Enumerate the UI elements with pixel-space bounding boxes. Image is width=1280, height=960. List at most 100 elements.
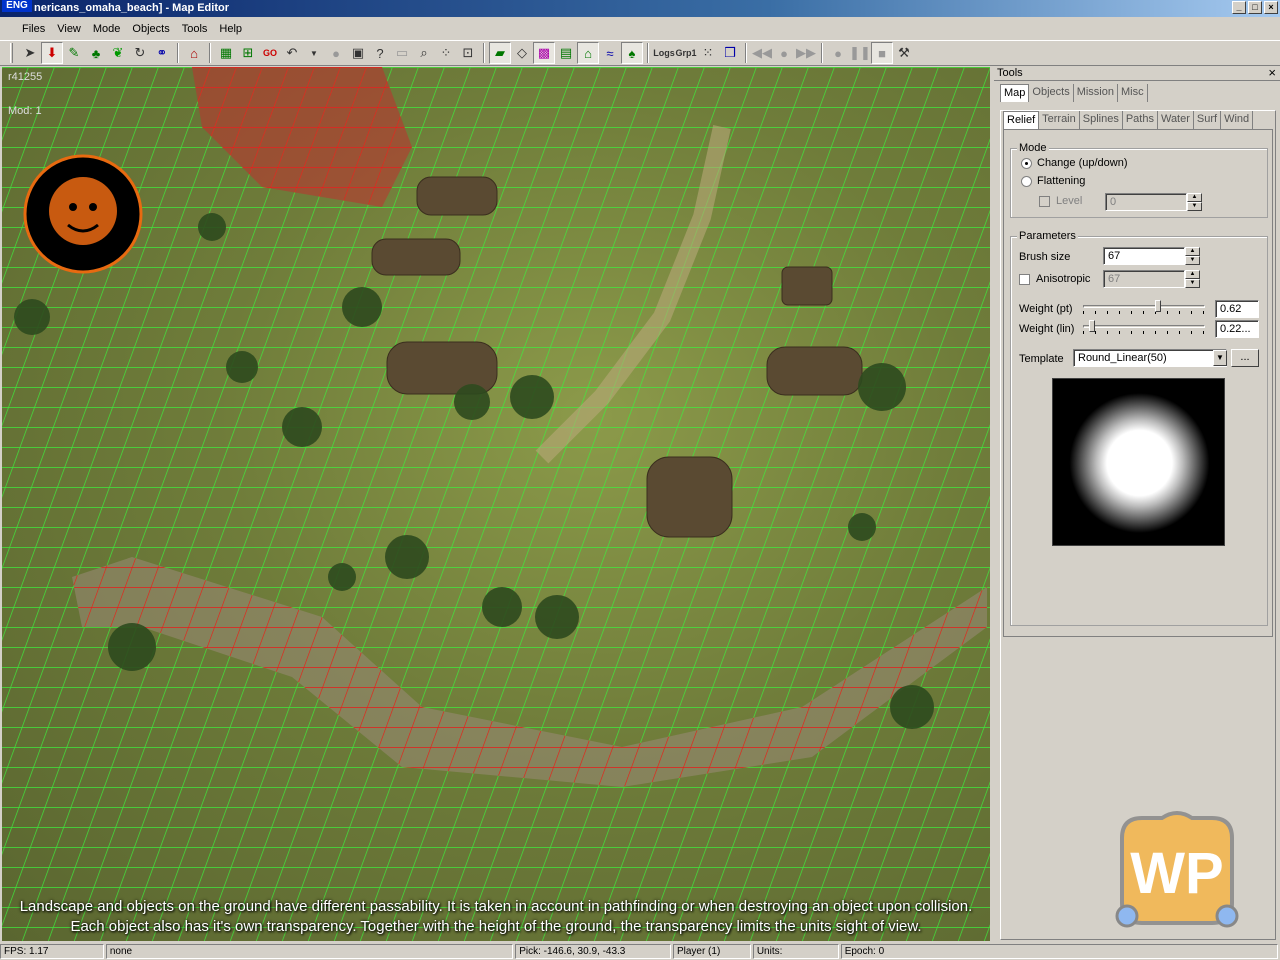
forward-icon[interactable]: ▶▶ [795,42,817,64]
film-icon[interactable]: ▣ [347,42,369,64]
points-icon[interactable]: ⁘ [435,42,457,64]
minimize-button[interactable]: _ [1232,1,1246,14]
tab-map[interactable]: Map [1000,84,1030,102]
weight-pt-field[interactable]: 0.62 [1215,300,1259,318]
toolbar-separator [821,43,823,63]
brush-size-field[interactable]: 67 [1103,247,1185,265]
weight-lin-slider[interactable] [1083,319,1205,335]
tab-water[interactable]: Water [1158,111,1194,129]
scatter-icon[interactable]: ⁙ [697,42,719,64]
template-dropdown-icon[interactable]: ▼ [1213,350,1227,366]
paint-tool-icon[interactable]: ✎ [63,42,85,64]
anisotropic-label: Anisotropic [1036,273,1091,285]
weight-lin-field[interactable]: 0.22... [1215,320,1259,338]
trees-icon[interactable]: ♠ [621,42,643,64]
colormap-icon[interactable]: ▩ [533,42,555,64]
window-icon[interactable]: ▭ [391,42,413,64]
play-dot-icon[interactable]: ● [827,42,849,64]
mod-label: Mod: 1 [8,105,42,117]
units-status: Units: [752,944,839,959]
level-checkbox[interactable] [1039,195,1050,207]
camera-icon[interactable]: ⌂ [183,42,205,64]
anisotropic-checkbox[interactable] [1019,273,1030,285]
rotate-icon[interactable]: ↻ [129,42,151,64]
pick-status: Pick: -146.6, 30.9, -43.3 [515,944,671,959]
select-arrow-icon[interactable]: ➤ [19,42,41,64]
menu-view[interactable]: View [51,23,87,35]
grid-icon[interactable]: ⊡ [457,42,479,64]
terrain-view-icon[interactable]: ▰ [489,42,511,64]
maximize-button[interactable]: □ [1248,1,1262,14]
level-spinner[interactable]: ▲ ▼ [1187,193,1202,211]
language-indicator[interactable]: ENG [2,0,32,12]
mode-change-option[interactable]: Change (up/down) [1021,157,1128,169]
weight-pt-slider[interactable] [1083,299,1205,315]
panel-close-icon[interactable]: × [1268,65,1276,80]
help-icon[interactable]: ? [369,42,391,64]
tab-misc[interactable]: Misc [1118,84,1148,102]
level-option[interactable]: Level [1039,195,1082,207]
template-select[interactable]: Round_Linear(50) [1073,349,1227,367]
cube-icon[interactable]: ❒ [719,42,741,64]
revision-label: r41255 [8,71,43,83]
map-objects-icon[interactable]: ▦ [215,42,237,64]
terrain-raise-icon[interactable]: ⬇ [41,42,63,64]
mode-flatten-option[interactable]: Flattening [1021,175,1085,187]
brush-size-spinner[interactable]: ▲ ▼ [1185,247,1200,265]
dropdown-arrow-icon[interactable]: ▼ [303,42,325,64]
record-icon[interactable]: ● [773,42,795,64]
passability-icon[interactable]: ▤ [555,42,577,64]
rewind-icon[interactable]: ◀◀ [751,42,773,64]
frame-icon[interactable]: ⊞ [237,42,259,64]
water-icon[interactable]: ≈ [599,42,621,64]
menu-help[interactable]: Help [213,23,248,35]
mode-group: Mode Change (up/down) Flattening Level 0… [1010,142,1268,218]
tools-icon[interactable]: ⚒ [893,42,915,64]
anisotropic-spinner[interactable]: ▲ ▼ [1185,270,1200,288]
tab-relief[interactable]: Relief [1003,111,1040,129]
template-value: Round_Linear(50) [1078,352,1167,364]
menu-tools[interactable]: Tools [176,23,214,35]
tab-terrain[interactable]: Terrain [1039,111,1080,129]
weight-lin-slider-thumb[interactable] [1089,320,1095,332]
menu-bar: Files View Mode Objects Tools Help [0,19,1280,39]
map-viewport[interactable]: r41255 Mod: 1 Landscape and objects on t… [2,67,990,941]
stop-icon[interactable]: ■ [871,42,893,64]
dot-icon[interactable]: ● [325,42,347,64]
mode-change-radio[interactable] [1021,157,1032,169]
wp-watermark-logo: WP [1115,811,1239,928]
weight-pt-slider-thumb[interactable] [1155,300,1161,312]
tab-paths[interactable]: Paths [1123,111,1158,129]
tab-wind[interactable]: Wind [1221,111,1254,129]
tab-mission[interactable]: Mission [1074,84,1118,102]
go-button[interactable]: GO [259,42,281,64]
wireframe-icon[interactable]: ◇ [511,42,533,64]
template-browse-button[interactable]: ... [1231,349,1259,367]
link-icon[interactable]: ⚭ [151,42,173,64]
pause-icon[interactable]: ❚❚ [849,42,871,64]
terrain-grid [2,67,990,941]
anisotropic-option[interactable]: Anisotropic [1019,273,1090,285]
menu-objects[interactable]: Objects [126,23,175,35]
buildings-icon[interactable]: ⌂ [577,42,599,64]
brush-size-label: Brush size [1019,251,1071,263]
tab-splines[interactable]: Splines [1080,111,1123,129]
tab-objects[interactable]: Objects [1029,84,1074,102]
mode-group-label: Mode [1017,142,1049,154]
object-place-icon[interactable]: ♣ [85,42,107,64]
toolbar-grip[interactable] [10,43,13,63]
tab-surf[interactable]: Surf [1194,111,1222,129]
fireglow-logo [23,154,143,274]
level-field[interactable]: 0 [1105,193,1187,211]
zoom-icon[interactable]: ⌕ [413,42,435,64]
logs-button[interactable]: Logs [653,42,675,64]
close-button[interactable]: × [1264,1,1278,14]
menu-files[interactable]: Files [16,23,51,35]
undo-icon[interactable]: ↶ [281,42,303,64]
parameters-group-label: Parameters [1017,230,1078,242]
group-button[interactable]: Grp1 [675,42,697,64]
vegetation-icon[interactable]: ❦ [107,42,129,64]
menu-mode[interactable]: Mode [87,23,127,35]
anisotropic-field[interactable]: 67 [1103,270,1185,288]
mode-flatten-radio[interactable] [1021,175,1032,187]
